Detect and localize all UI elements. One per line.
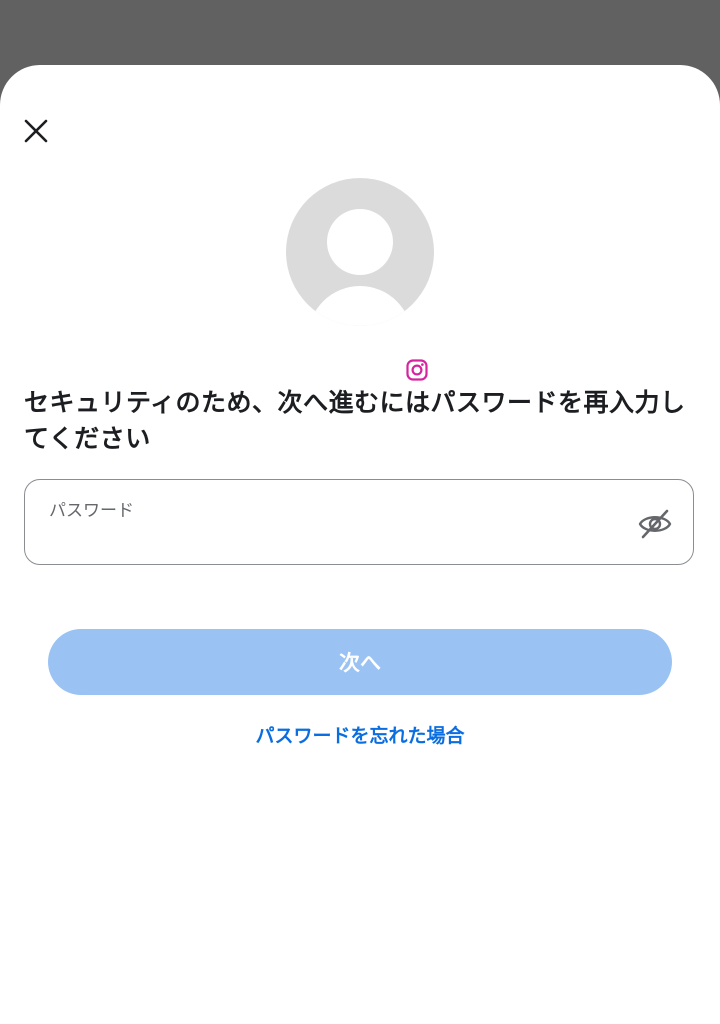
instagram-badge	[400, 353, 434, 387]
profile-avatar	[286, 178, 434, 387]
avatar-body-shape	[308, 286, 412, 326]
password-label: パスワード	[49, 501, 134, 521]
close-button[interactable]	[14, 109, 58, 153]
eye-off-icon	[638, 509, 672, 539]
reauth-prompt: セキュリティのため、次へ進むにはパスワードを再入力してください	[24, 388, 686, 453]
default-avatar-icon	[286, 178, 434, 326]
password-field[interactable]: パスワード	[24, 479, 694, 565]
password-visibility-toggle[interactable]	[635, 504, 675, 544]
next-button[interactable]: 次へ	[48, 629, 672, 695]
instagram-icon	[406, 359, 428, 381]
forgot-password-link[interactable]: パスワードを忘れた場合	[0, 721, 720, 748]
close-icon	[24, 119, 48, 143]
avatar-head-shape	[327, 209, 393, 275]
password-input[interactable]	[47, 524, 611, 556]
reauth-sheet: セキュリティのため、次へ進むにはパスワードを再入力してください パスワード 次へ…	[0, 65, 720, 1024]
